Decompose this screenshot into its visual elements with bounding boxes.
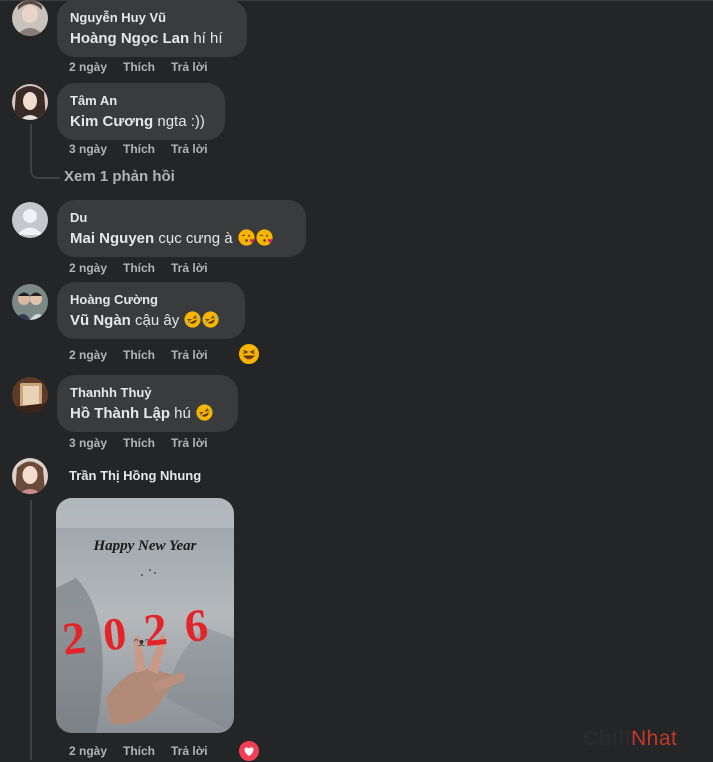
love-reaction-icon[interactable]	[238, 740, 260, 762]
comment-author[interactable]: Hoàng Cường	[70, 291, 233, 308]
comment-text: Vũ Ngàn cậu ây	[70, 311, 233, 331]
photo-caption: Happy New Year	[93, 538, 197, 554]
avatar[interactable]	[12, 0, 48, 36]
comment-actions: 2 ngày Thích Trả lời	[69, 744, 224, 758]
comment-text-body: cậu ây	[130, 312, 184, 329]
reply-button[interactable]: Trả lời	[171, 60, 208, 74]
comment-bubble: Du Mai Nguyen cục cưng à	[57, 200, 306, 257]
reply-button[interactable]: Trả lời	[171, 436, 208, 450]
comment-author[interactable]: Trần Thị Hồng Nhung	[69, 468, 201, 483]
like-button[interactable]: Thích	[123, 261, 155, 275]
mention-link[interactable]: Kim Cương	[70, 113, 153, 130]
comment-bubble: Hoàng Cường Vũ Ngàn cậu ây	[57, 282, 245, 339]
avatar[interactable]	[12, 458, 48, 494]
comment-time[interactable]: 2 ngày	[69, 744, 107, 758]
like-button[interactable]: Thích	[123, 436, 155, 450]
comment-author[interactable]: Tâm An	[70, 92, 213, 109]
comment-text-body: cục cưng à	[154, 230, 237, 247]
like-button[interactable]: Thích	[123, 142, 155, 156]
comment-time[interactable]: 3 ngày	[69, 142, 107, 156]
mention-link[interactable]: Hoàng Ngọc Lan	[70, 30, 189, 47]
rofl-icon	[196, 404, 213, 421]
comment-time[interactable]: 2 ngày	[69, 348, 107, 362]
rofl-icon	[184, 311, 201, 328]
comment-text-body: hí hí	[189, 30, 223, 47]
comment-author[interactable]: Nguyễn Huy Vũ	[70, 9, 235, 26]
avatar[interactable]	[12, 84, 48, 120]
mention-link[interactable]: Hồ Thành Lập	[70, 405, 170, 422]
watermark-part1: Chill	[583, 727, 631, 750]
reply-connector-line	[30, 124, 60, 179]
comment-actions: 2 ngày Thích Trả lời	[69, 261, 224, 275]
comment-text-body: ngta :))	[153, 113, 205, 130]
avatar[interactable]	[12, 377, 48, 413]
reply-button[interactable]: Trả lời	[171, 744, 208, 758]
comment-text: Mai Nguyen cục cưng à	[70, 229, 294, 249]
comment-time[interactable]: 2 ngày	[69, 60, 107, 74]
watermark-part2: Nhat	[631, 727, 678, 750]
mention-link[interactable]: Vũ Ngàn	[70, 312, 131, 329]
view-replies-link[interactable]: Xem 1 phản hồi	[64, 168, 175, 185]
avatar[interactable]	[12, 284, 48, 320]
like-button[interactable]: Thích	[123, 744, 155, 758]
kissing-heart-icon	[256, 229, 273, 246]
comment-author[interactable]: Thanhh Thuỷ	[70, 384, 226, 401]
comment-time[interactable]: 3 ngày	[69, 436, 107, 450]
comment-text: Hoàng Ngọc Lan hí hí	[70, 29, 235, 49]
reply-button[interactable]: Trả lời	[171, 348, 208, 362]
watermark-logo: ChillNhat	[583, 727, 677, 751]
rofl-icon	[202, 311, 219, 328]
comment-bubble: Tâm An Kim Cương ngta :))	[57, 83, 225, 140]
like-button[interactable]: Thích	[123, 348, 155, 362]
comment-text: Hồ Thành Lập hú	[70, 404, 226, 424]
reply-button[interactable]: Trả lời	[171, 142, 208, 156]
mention-link[interactable]: Mai Nguyen	[70, 230, 154, 247]
comment-actions: 2 ngày Thích Trả lời	[69, 60, 224, 74]
comment-author[interactable]: Du	[70, 209, 294, 226]
comment-photo[interactable]: ᵔᴥᵔ Happy New Year 2026	[56, 498, 234, 733]
kissing-heart-icon	[238, 229, 255, 246]
comment-actions: 2 ngày Thích Trả lời	[69, 348, 224, 362]
comment-actions: 3 ngày Thích Trả lời	[69, 436, 224, 450]
avatar[interactable]	[12, 202, 48, 238]
comment-text-body: hú	[170, 405, 196, 422]
thread-line	[30, 500, 32, 760]
like-button[interactable]: Thích	[123, 60, 155, 74]
comment-time[interactable]: 2 ngày	[69, 261, 107, 275]
haha-reaction-icon[interactable]	[238, 343, 260, 365]
comment-bubble: Nguyễn Huy Vũ Hoàng Ngọc Lan hí hí	[57, 0, 247, 57]
reply-button[interactable]: Trả lời	[171, 261, 208, 275]
comment-bubble: Thanhh Thuỷ Hồ Thành Lập hú	[57, 375, 238, 432]
comment-actions: 3 ngày Thích Trả lời	[69, 142, 224, 156]
comment-text: Kim Cương ngta :))	[70, 112, 213, 132]
